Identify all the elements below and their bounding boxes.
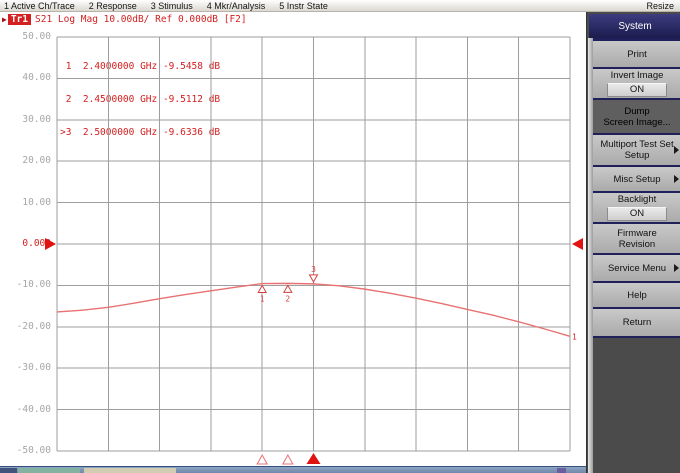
menu-item-mkr-analysis[interactable]: 4 Mkr/Analysis [207,0,266,12]
marker-number: 3 [311,265,316,274]
menu-bar: 1 Active Ch/Trace 2 Response 3 Stimulus … [0,0,680,12]
chevron-right-icon [674,175,679,183]
taskbar[interactable] [0,466,586,473]
sidebar-button-invert-image[interactable]: Invert Image ON [593,69,680,98]
sidebar-button-backlight[interactable]: Backlight ON [593,193,680,222]
menu-item-active-ch-trace[interactable]: 1 Active Ch/Trace [4,0,75,12]
taskbar-item[interactable] [18,468,80,473]
vna-screen: 1 Active Ch/Trace 2 Response 3 Stimulus … [0,0,680,473]
taskbar-item[interactable] [84,468,176,473]
button-label: Backlight [617,194,657,205]
button-label: Revision [618,238,656,250]
button-label: Multiport Test Set [600,139,674,150]
trace-number-label: 1 [572,332,577,341]
button-label: Print [627,48,647,60]
sidebar-button-help[interactable]: Help [593,283,680,307]
marker-symbol-active[interactable] [308,274,319,283]
resize-button[interactable]: Resize [646,0,674,12]
taskbar-item[interactable] [557,468,566,473]
button-label: Setup [624,150,650,161]
stimulus-marker[interactable] [256,453,269,465]
sidebar-button-firmware-revision[interactable]: Firmware Revision [593,224,680,253]
menu-item-instr-state[interactable]: 5 Instr State [279,0,328,12]
marker-symbol[interactable] [257,284,268,294]
button-label: Return [622,317,652,328]
sidebar-button-dump-screen-image[interactable]: Dump Screen Image... [593,100,680,133]
marker-number: 1 [260,295,265,304]
menu-item-response[interactable]: 2 Response [89,0,137,12]
sidebar-button-print[interactable]: Print [593,41,680,67]
chevron-right-icon [674,264,679,272]
marker-symbol[interactable] [282,284,293,293]
marker-number: 2 [285,294,290,303]
button-on-state: ON [607,207,667,221]
button-label: Service Menu [607,262,667,274]
menu-item-stimulus[interactable]: 3 Stimulus [151,0,193,12]
stimulus-marker-active[interactable] [306,453,321,464]
button-label: Screen Image... [603,116,671,128]
button-on-state: ON [607,83,667,97]
button-label: Invert Image [610,70,664,81]
sidebar-title-system: System [589,14,680,38]
display-area: ▶ Tr1 S21 Log Mag 10.00dB/ Ref 0.000dB [… [0,12,586,466]
sidebar-button-misc-setup[interactable]: Misc Setup [593,167,680,191]
taskbar-item[interactable] [0,468,17,473]
stimulus-marker[interactable] [282,453,294,465]
ref-level-marker-left[interactable] [45,238,56,250]
sidebar-button-service-menu[interactable]: Service Menu [593,255,680,281]
chevron-right-icon [674,146,679,154]
button-label: Dump [624,105,650,117]
button-label: Help [627,289,647,301]
sidebar-button-multiport-test-set-setup[interactable]: Multiport Test Set Setup [593,135,680,165]
button-label: Misc Setup [613,173,661,185]
plot-graticule: 1 1 2 3 [45,36,583,465]
button-label: Firmware [617,227,657,239]
sidebar-button-return[interactable]: Return [593,309,680,336]
ref-level-marker-right[interactable] [572,238,583,250]
button-label: System [618,20,652,32]
sidebar-menu: System Print Invert Image ON Dump Screen… [586,12,680,473]
